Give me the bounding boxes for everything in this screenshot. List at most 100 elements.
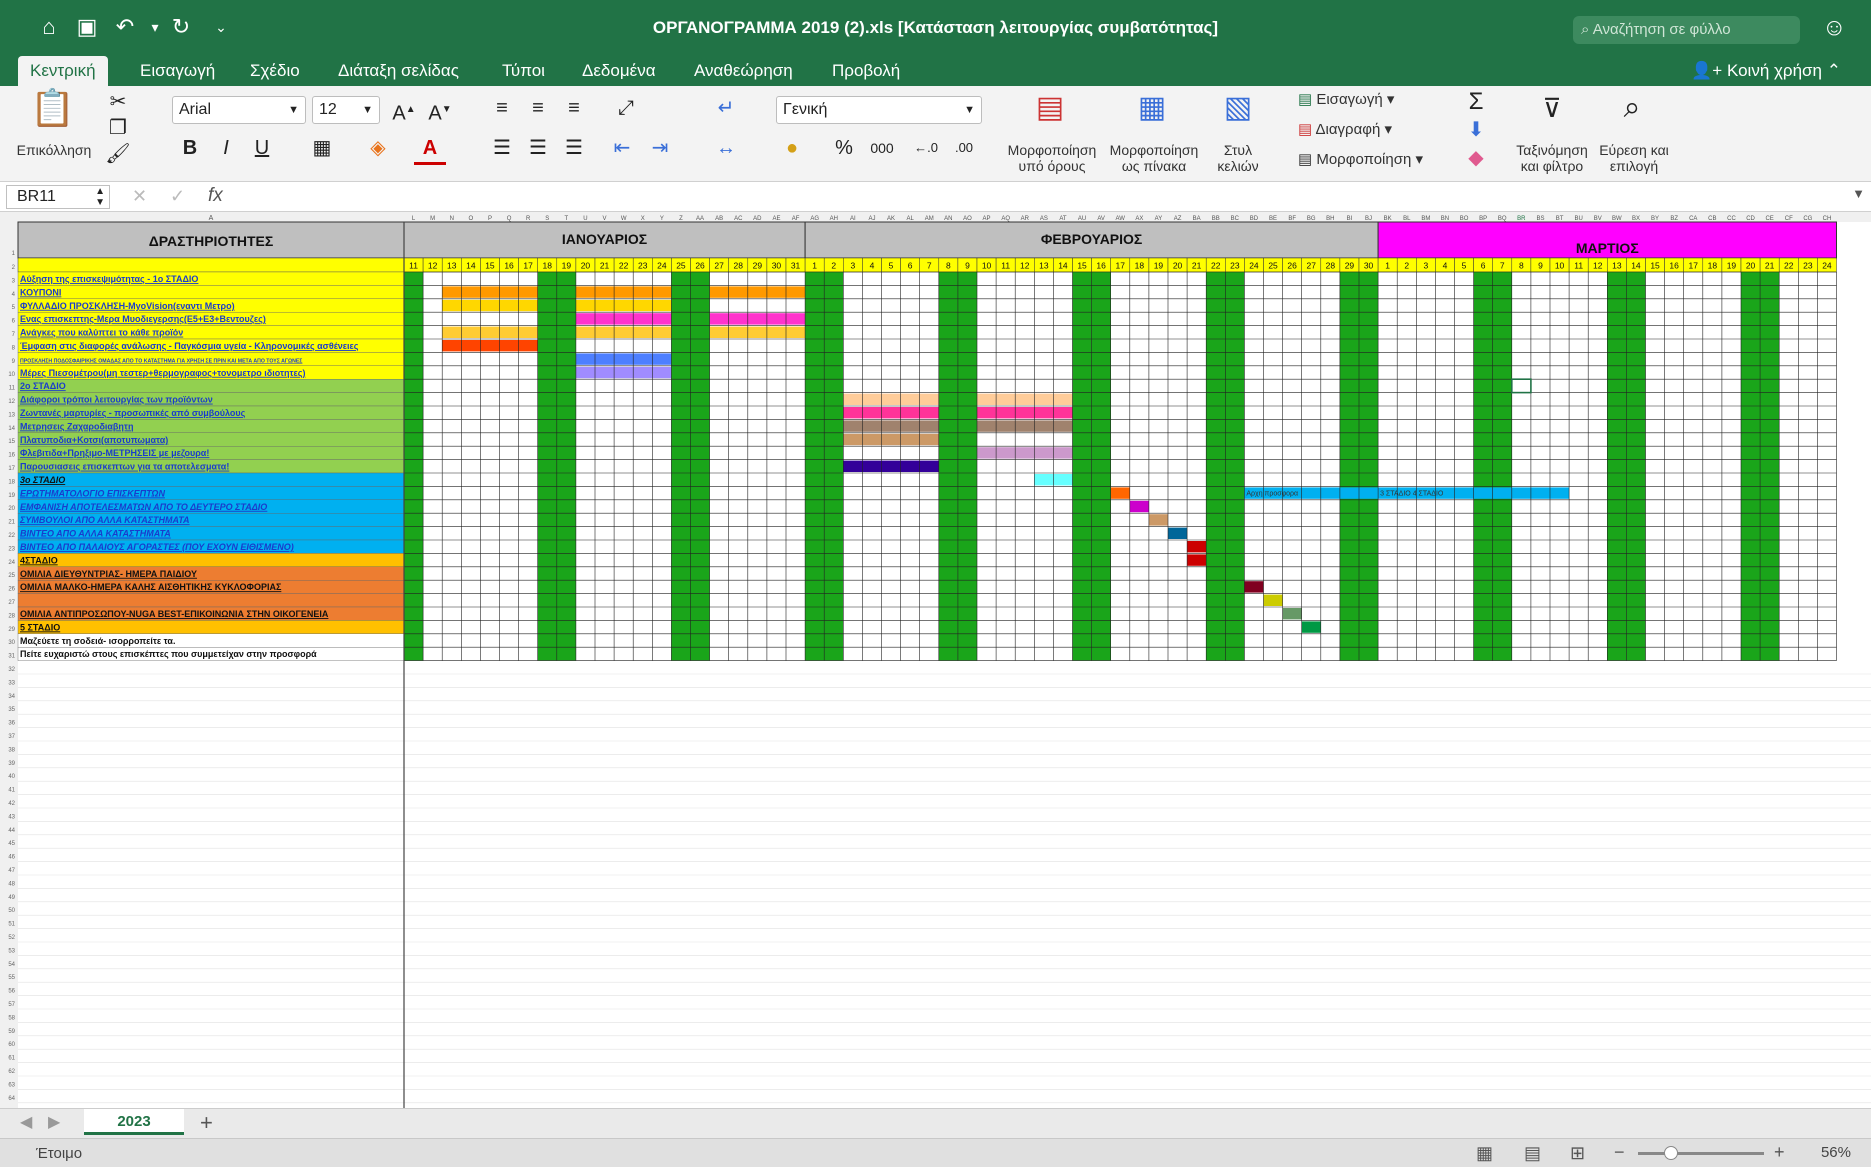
expand-formula-icon[interactable]: ▼	[1852, 186, 1865, 201]
worksheet[interactable]: Α L M N O P Q R S T U V W X Y Z AA AB AC AD AE AF AG AH AI AJ AK AL…	[0, 212, 1871, 1112]
gantt-bar[interactable]	[1301, 621, 1321, 633]
font-name-select[interactable]: Arial ▼	[172, 96, 306, 124]
zoom-in-button[interactable]: +	[1774, 1142, 1785, 1163]
gantt-bar[interactable]	[709, 313, 806, 325]
zoom-slider[interactable]	[1638, 1152, 1764, 1155]
format-painter-icon[interactable]: 🖌	[102, 140, 134, 168]
gantt-bar[interactable]	[1187, 541, 1207, 553]
number-format-select[interactable]: Γενική ▼	[776, 96, 982, 124]
spreadsheet-grid[interactable]: Α L M N O P Q R S T U V W X Y Z AA AB AC AD AE AF AG AH AI AJ AK AL…	[0, 212, 1871, 1112]
gantt-bar[interactable]	[843, 407, 939, 419]
activity-cell[interactable]	[17, 378, 405, 393]
gantt-bar[interactable]	[843, 420, 939, 432]
zoom-slider-handle[interactable]	[1664, 1146, 1678, 1160]
find-select-label[interactable]: Εύρεση και επιλογή	[1590, 142, 1678, 174]
gantt-bar[interactable]	[1129, 500, 1149, 513]
tab-6[interactable]: Αναθεώρηση	[682, 56, 805, 86]
gantt-bar[interactable]	[709, 326, 806, 338]
delete-cells-button[interactable]: ▤ Διαγραφή ▾	[1298, 120, 1392, 138]
gantt-bar[interactable]	[442, 340, 538, 352]
gantt-bar[interactable]	[843, 393, 939, 405]
align-bottom-icon[interactable]: ≡	[558, 94, 590, 122]
gantt-bar[interactable]	[1110, 487, 1130, 499]
insert-cells-button[interactable]: ▤ Εισαγωγή ▾	[1298, 90, 1394, 108]
share-button[interactable]: 👤+ Κοινή χρήση ⌃	[1691, 56, 1841, 86]
conditional-formatting-icon[interactable]: ▤	[1028, 88, 1072, 128]
fill-color-icon[interactable]: ◈	[362, 134, 394, 162]
copy-icon[interactable]: ❐	[102, 114, 134, 142]
gantt-bar[interactable]	[575, 286, 672, 298]
increase-decimal-icon[interactable]: ←.0	[910, 134, 942, 162]
format-as-table-icon[interactable]: ▦	[1130, 88, 1174, 128]
activity-cell[interactable]	[17, 593, 405, 608]
paste-icon[interactable]: 📋	[30, 90, 75, 126]
gantt-bar[interactable]	[1244, 581, 1264, 593]
collapse-ribbon-icon[interactable]: ⌃	[1827, 61, 1841, 80]
activity-cell[interactable]	[17, 285, 405, 300]
conditional-formatting-label[interactable]: Μορφοποίηση υπό όρους	[1002, 142, 1102, 174]
insert-function-button[interactable]: fx	[208, 185, 223, 207]
decrease-decimal-icon[interactable]: .00	[948, 134, 980, 162]
name-box[interactable]: BR11 ▲ ▼	[6, 185, 110, 209]
tab-2[interactable]: Σχέδιο	[238, 56, 312, 86]
gantt-bar[interactable]	[843, 460, 939, 472]
page-break-view-icon[interactable]: ⊞	[1570, 1143, 1585, 1164]
align-center-icon[interactable]: ☰	[522, 134, 554, 162]
tab-5[interactable]: Δεδομένα	[570, 56, 668, 86]
bold-icon[interactable]: B	[174, 134, 206, 162]
align-right-icon[interactable]: ☰	[558, 134, 590, 162]
format-cells-button[interactable]: ▤ Μορφοποίηση ▾	[1298, 150, 1423, 168]
gantt-bar[interactable]	[1168, 527, 1188, 539]
activity-cell[interactable]	[17, 620, 405, 634]
gantt-bar[interactable]	[977, 447, 1073, 459]
prev-sheet-icon[interactable]: ◀	[20, 1112, 32, 1132]
borders-icon[interactable]: ▦	[306, 134, 338, 162]
percent-button[interactable]: %	[828, 134, 860, 162]
gantt-bar[interactable]	[1263, 594, 1283, 606]
add-sheet-button[interactable]: +	[200, 1110, 213, 1136]
gantt-bar[interactable]	[575, 299, 672, 312]
merge-center-icon[interactable]: ↔	[710, 134, 742, 162]
autosum-icon[interactable]: Σ	[1460, 88, 1492, 116]
activity-cell[interactable]	[17, 472, 405, 487]
gantt-bar[interactable]	[1148, 514, 1168, 526]
increase-indent-icon[interactable]: ⇥	[644, 134, 676, 162]
gantt-bar[interactable]	[1187, 554, 1207, 566]
increase-font-icon[interactable]: A▲	[388, 96, 420, 128]
gantt-bar[interactable]	[442, 326, 538, 338]
normal-view-icon[interactable]: ▦	[1476, 1143, 1493, 1164]
orientation-icon[interactable]: ⤢	[610, 94, 642, 122]
decrease-indent-icon[interactable]: ⇤	[606, 134, 638, 162]
tab-3[interactable]: Διάταξη σελίδας	[326, 56, 471, 86]
activity-cell[interactable]	[17, 553, 405, 567]
gantt-bar[interactable]	[977, 407, 1073, 419]
tab-4[interactable]: Τύποι	[490, 56, 557, 86]
zoom-out-button[interactable]: −	[1614, 1142, 1625, 1163]
cut-icon[interactable]: ✂	[102, 88, 134, 116]
sheet-tab-2023[interactable]: 2023	[84, 1109, 184, 1135]
clear-icon[interactable]: ◆	[1460, 144, 1492, 172]
fill-icon[interactable]: ⬇	[1460, 116, 1492, 144]
gantt-bar[interactable]	[977, 393, 1073, 405]
gantt-bar[interactable]	[442, 286, 538, 298]
selected-cell[interactable]	[1511, 378, 1532, 394]
tab-1[interactable]: Εισαγωγή	[128, 56, 227, 86]
gantt-bar[interactable]	[1282, 608, 1302, 620]
align-middle-icon[interactable]: ≡	[522, 94, 554, 122]
next-sheet-icon[interactable]: ▶	[48, 1112, 60, 1132]
cancel-icon[interactable]: ✕	[132, 186, 147, 207]
enter-icon[interactable]: ✓	[170, 186, 185, 207]
thousands-separator-button[interactable]: 000	[866, 134, 898, 162]
decrease-font-icon[interactable]: A▼	[424, 96, 456, 128]
align-top-icon[interactable]: ≡	[486, 94, 518, 122]
gantt-bar[interactable]	[442, 299, 538, 312]
cell-styles-label[interactable]: Στυλ κελιών	[1206, 142, 1270, 174]
tab-0[interactable]: Κεντρική	[18, 56, 108, 86]
font-color-icon[interactable]: A	[414, 134, 446, 165]
gantt-bar[interactable]	[575, 326, 672, 338]
gantt-bar[interactable]	[843, 433, 939, 446]
page-layout-view-icon[interactable]: ▤	[1524, 1143, 1541, 1164]
gantt-bar[interactable]	[575, 366, 672, 379]
align-left-icon[interactable]: ☰	[486, 134, 518, 162]
gantt-bar[interactable]	[709, 286, 806, 298]
